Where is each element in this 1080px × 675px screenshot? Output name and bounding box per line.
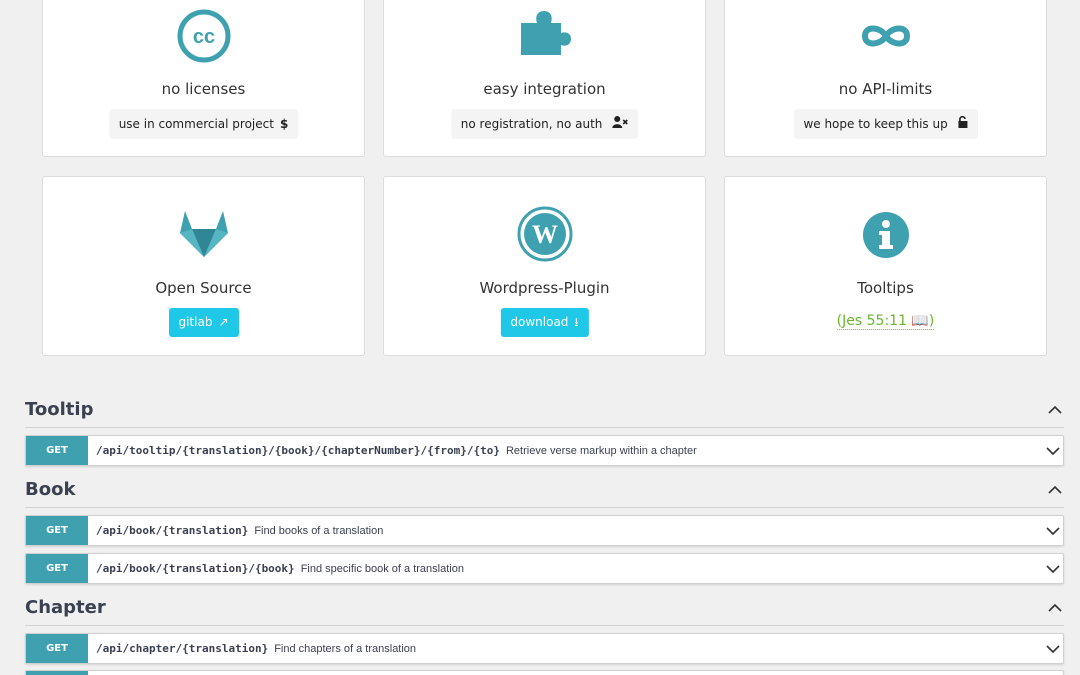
dollar-icon: $ bbox=[279, 117, 289, 131]
chevron-up-icon[interactable] bbox=[1048, 600, 1062, 618]
feature-card-integration: easy integration no registration, no aut… bbox=[383, 0, 706, 157]
method-badge: GET bbox=[26, 516, 88, 545]
method-badge: GET bbox=[26, 436, 88, 465]
section-chapter: Chapter bbox=[25, 594, 1064, 626]
gitlab-button-label: gitlab bbox=[178, 315, 213, 329]
path-text: /api/tooltip/{translation}/{book}/{chapt… bbox=[96, 444, 500, 457]
pill-label: we hope to keep this up bbox=[803, 117, 948, 131]
feature-pill: no registration, no auth bbox=[450, 109, 639, 139]
chevron-down-icon[interactable] bbox=[1046, 443, 1060, 461]
path-text: /api/book/{translation} bbox=[96, 524, 249, 537]
feature-title: Open Source bbox=[155, 279, 252, 297]
operation-summary: Find specific book of a translation bbox=[300, 563, 464, 575]
operation-path: /api/chapter/{translation} Find chapters … bbox=[96, 634, 416, 664]
download-button[interactable]: download ⭳ bbox=[500, 308, 589, 337]
feature-card-licenses: cc no licenses use in commercial project… bbox=[42, 0, 365, 157]
svg-text:W: W bbox=[532, 220, 558, 249]
puzzle-piece-icon bbox=[517, 7, 573, 64]
pill-label: no registration, no auth bbox=[460, 117, 603, 131]
operation-row[interactable]: GET /api/tooltip/{translation}/{book}/{c… bbox=[25, 435, 1064, 466]
method-badge bbox=[26, 671, 88, 675]
creative-commons-icon: cc bbox=[177, 9, 231, 68]
feature-card-open-source: Open Source gitlab ↗ bbox=[42, 176, 365, 356]
section-header[interactable]: Tooltip bbox=[25, 396, 1064, 428]
section-title: Tooltip bbox=[25, 399, 94, 420]
chevron-up-icon[interactable] bbox=[1048, 402, 1062, 420]
feature-title: no licenses bbox=[161, 80, 246, 98]
feature-pill: use in commercial project $ bbox=[108, 109, 299, 139]
path-text: /api/book/{translation}/{book} bbox=[96, 562, 295, 575]
operation-summary: Find books of a translation bbox=[254, 525, 384, 537]
infinity-icon bbox=[859, 23, 913, 54]
path-text: /api/chapter/{translation} bbox=[96, 642, 269, 655]
operation-row[interactable]: GET /api/book/{translation} Find books of… bbox=[25, 515, 1064, 546]
feature-title: easy integration bbox=[483, 80, 606, 98]
operation-row[interactable]: GET /api/book/{translation}/{book} Find s… bbox=[25, 553, 1064, 584]
feature-card-api-limits: no API-limits we hope to keep this up bbox=[724, 0, 1047, 157]
operation-row[interactable] bbox=[25, 670, 1064, 675]
external-link-icon: ↗ bbox=[218, 315, 229, 329]
feature-title: Tooltips bbox=[857, 279, 914, 297]
operation-row[interactable]: GET /api/chapter/{translation} Find chapt… bbox=[25, 633, 1064, 664]
section-title: Book bbox=[25, 479, 76, 500]
gitlab-icon bbox=[176, 207, 232, 264]
svg-text:cc: cc bbox=[192, 26, 214, 48]
feature-pill: we hope to keep this up bbox=[793, 109, 978, 139]
section-tooltip: Tooltip bbox=[25, 396, 1064, 428]
feature-card-wordpress: W Wordpress-Plugin download ⭳ bbox=[383, 176, 706, 356]
operation-summary: Retrieve verse markup within a chapter bbox=[505, 445, 697, 457]
download-icon: ⭳ bbox=[574, 315, 579, 329]
chevron-up-icon[interactable] bbox=[1048, 482, 1062, 500]
section-book: Book bbox=[25, 476, 1064, 508]
pill-label: use in commercial project bbox=[118, 117, 274, 131]
method-badge: GET bbox=[26, 554, 88, 583]
info-circle-icon bbox=[862, 211, 910, 264]
feature-title: Wordpress-Plugin bbox=[479, 279, 610, 297]
operation-path: /api/book/{translation}/{book} Find speci… bbox=[96, 554, 464, 584]
download-button-label: download bbox=[510, 315, 569, 329]
section-title: Chapter bbox=[25, 597, 106, 618]
unlock-icon bbox=[958, 109, 968, 139]
feature-card-tooltips: Tooltips (Jes 55:11 📖) bbox=[724, 176, 1047, 356]
chevron-down-icon[interactable] bbox=[1046, 523, 1060, 541]
chevron-down-icon[interactable] bbox=[1046, 561, 1060, 579]
operation-summary: Find chapters of a translation bbox=[274, 643, 417, 655]
section-header[interactable]: Chapter bbox=[25, 594, 1064, 626]
tooltip-demo-link[interactable]: (Jes 55:11 📖) bbox=[836, 313, 935, 330]
wordpress-icon: W bbox=[517, 206, 573, 267]
gitlab-button[interactable]: gitlab ↗ bbox=[168, 308, 239, 337]
operation-path: /api/tooltip/{translation}/{book}/{chapt… bbox=[96, 436, 697, 466]
feature-title: no API-limits bbox=[838, 80, 933, 98]
operation-path: /api/book/{translation} Find books of a t… bbox=[96, 516, 383, 546]
section-header[interactable]: Book bbox=[25, 476, 1064, 508]
method-badge: GET bbox=[26, 634, 88, 663]
chevron-down-icon[interactable] bbox=[1046, 641, 1060, 659]
user-times-icon bbox=[612, 109, 628, 139]
